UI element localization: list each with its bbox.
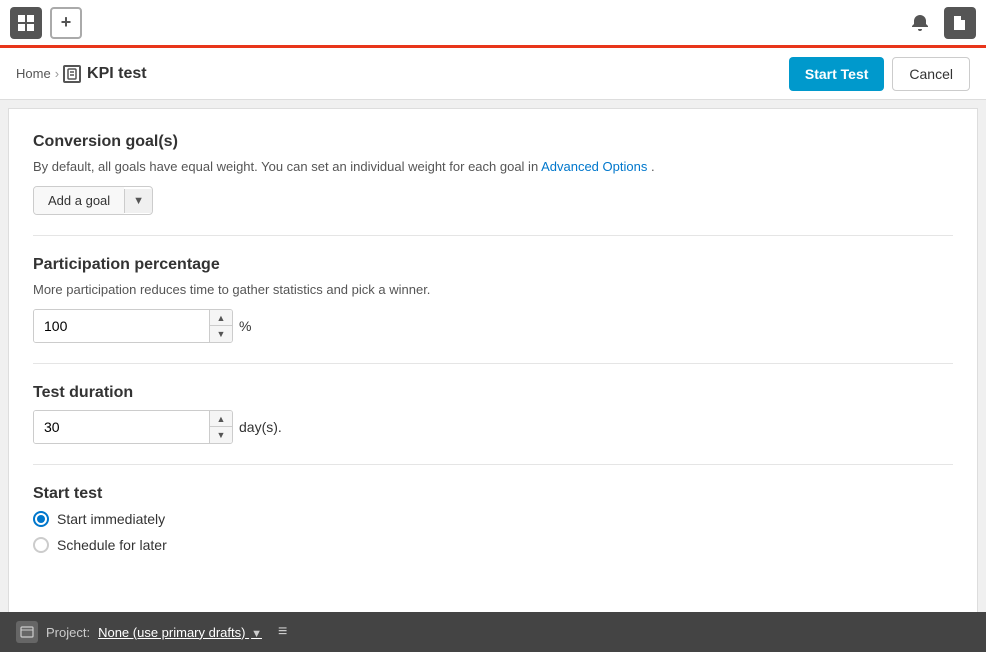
participation-title: Participation percentage [33, 256, 953, 274]
project-link[interactable]: None (use primary drafts) ▼ [98, 625, 262, 640]
breadcrumb-current: KPI test [63, 65, 147, 83]
conversion-goals-section: Conversion goal(s) By default, all goals… [33, 133, 953, 215]
start-test-radio-group: Start immediately Schedule for later [33, 511, 953, 553]
radio-immediately-inner [37, 515, 45, 523]
test-duration-input-wrap: ▲ ▼ day(s). [33, 410, 953, 444]
conversion-goals-desc: By default, all goals have equal weight.… [33, 159, 953, 174]
cancel-button[interactable]: Cancel [892, 57, 970, 91]
start-test-section: Start test Start immediately Schedule fo… [33, 485, 953, 553]
test-duration-title: Test duration [33, 384, 953, 402]
add-tab-button[interactable]: + [50, 7, 82, 39]
test-duration-increment-button[interactable]: ▲ [210, 411, 232, 427]
test-duration-input[interactable] [34, 411, 209, 443]
test-duration-decrement-button[interactable]: ▼ [210, 427, 232, 443]
conversion-goals-title: Conversion goal(s) [33, 133, 953, 151]
divider-1 [33, 235, 953, 236]
radio-immediately-outer [33, 511, 49, 527]
divider-2 [33, 363, 953, 364]
participation-unit: % [239, 318, 251, 334]
start-test-title: Start test [33, 485, 953, 503]
page-title: KPI test [87, 65, 147, 83]
action-bar: Home › KPI test Start Test Cancel [0, 48, 986, 100]
app-icon[interactable] [10, 7, 42, 39]
start-test-button[interactable]: Start Test [789, 57, 885, 91]
breadcrumb-separator: › [55, 66, 59, 81]
main-content: Conversion goal(s) By default, all goals… [8, 108, 978, 612]
test-duration-spinner: ▲ ▼ [33, 410, 233, 444]
bottom-bar: Project: None (use primary drafts) ▼ ≡ [0, 612, 986, 652]
add-goal-main-button[interactable]: Add a goal [34, 187, 124, 214]
add-goal-button[interactable]: Add a goal ▼ [33, 186, 153, 215]
advanced-options-link[interactable]: Advanced Options [541, 159, 647, 174]
project-icon [16, 621, 38, 643]
project-dropdown-arrow: ▼ [251, 628, 262, 640]
breadcrumb: Home › KPI test [16, 65, 789, 83]
project-label: Project: [46, 625, 90, 640]
radio-later-outer [33, 537, 49, 553]
test-duration-unit: day(s). [239, 419, 282, 435]
participation-decrement-button[interactable]: ▼ [210, 326, 232, 342]
participation-input[interactable] [34, 310, 209, 342]
add-goal-dropdown-button[interactable]: ▼ [124, 189, 152, 213]
action-buttons: Start Test Cancel [789, 57, 970, 91]
radio-option-later[interactable]: Schedule for later [33, 537, 953, 553]
participation-spinner-buttons: ▲ ▼ [209, 310, 232, 342]
page-icon [63, 65, 81, 83]
breadcrumb-home[interactable]: Home [16, 66, 51, 81]
radio-immediately-label: Start immediately [57, 511, 165, 527]
participation-section: Participation percentage More participat… [33, 256, 953, 343]
participation-spinner: ▲ ▼ [33, 309, 233, 343]
divider-3 [33, 464, 953, 465]
bottom-menu-icon[interactable]: ≡ [278, 623, 287, 641]
radio-option-immediately[interactable]: Start immediately [33, 511, 953, 527]
participation-increment-button[interactable]: ▲ [210, 310, 232, 326]
radio-later-label: Schedule for later [57, 537, 167, 553]
notification-icon[interactable] [904, 7, 936, 39]
participation-desc: More participation reduces time to gathe… [33, 282, 953, 297]
test-duration-section: Test duration ▲ ▼ day(s). [33, 384, 953, 444]
top-bar: + [0, 0, 986, 48]
files-icon[interactable] [944, 7, 976, 39]
participation-input-wrap: ▲ ▼ % [33, 309, 953, 343]
test-duration-spinner-buttons: ▲ ▼ [209, 411, 232, 443]
